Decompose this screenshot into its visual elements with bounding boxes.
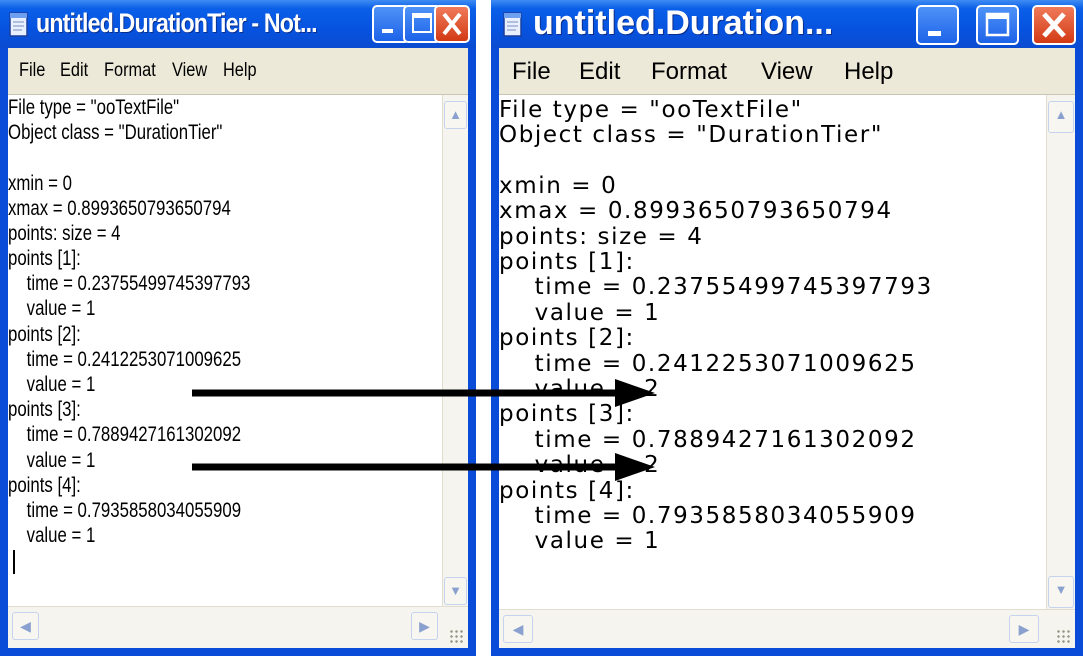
window-title: untitled.DurationTier - Not... [36,8,318,38]
notepad-window-right: untitled.Duration... File Edit Format Vi… [491,0,1083,656]
text-line: points [1]: [8,247,81,270]
scroll-up-icon: ▲ [449,107,462,122]
scroll-up-button[interactable]: ▲ [444,101,467,129]
text-editor[interactable]: File type = "ooTextFile" Object class = … [499,95,1047,610]
text-line: value = 2 [499,376,661,402]
minimize-button[interactable] [916,5,959,45]
minimize-icon [928,31,941,36]
text-line: value = 1 [8,449,96,472]
text-line: value = 1 [8,297,96,320]
text-line: time = 0.7935858034055909 [499,503,917,529]
menu-bar: File Edit Format View Help [8,48,468,95]
window-title: untitled.Duration... [533,4,834,42]
text-line: time = 0.7935858034055909 [8,499,242,522]
notepad-icon [503,12,522,37]
resize-grip-icon[interactable] [1056,629,1072,645]
text-line: xmin = 0 [499,173,618,199]
menu-bar: File Edit Format View Help [499,48,1075,95]
text-line: points [4]: [499,478,635,504]
scroll-down-icon: ▼ [1054,582,1068,597]
menu-file[interactable]: File [19,60,45,82]
menu-help[interactable]: Help [223,60,257,82]
text-line: time = 0.23755499745397793 [8,272,251,295]
scroll-left-icon: ◀ [20,618,31,634]
text-line: Object class = "DurationTier" [499,122,883,148]
menu-format[interactable]: Format [104,60,156,82]
scroll-left-button[interactable]: ◀ [503,615,533,643]
text-line: File type = "ooTextFile" [8,96,180,119]
menu-edit[interactable]: Edit [60,60,88,82]
text-line: Object class = "DurationTier" [8,121,223,144]
text-line: points: size = 4 [499,224,704,250]
text-line: File type = "ooTextFile" [499,97,803,123]
title-bar[interactable]: untitled.Duration... [491,0,1083,48]
scroll-up-icon: ▲ [1054,107,1068,122]
scroll-left-button[interactable]: ◀ [12,612,39,640]
text-editor[interactable]: File type = "ooTextFile" Object class = … [8,95,443,607]
text-line: value = 1 [499,300,661,326]
close-icon [1042,12,1066,38]
close-button[interactable] [1032,5,1076,45]
menu-view[interactable]: View [172,60,207,82]
text-line: xmin = 0 [8,172,72,195]
vertical-scrollbar[interactable]: ▲ ▼ [442,95,468,607]
text-line: value = 1 [8,373,96,396]
text-line: value = 1 [499,528,661,554]
text-line: time = 0.7889427161302092 [499,427,917,453]
menu-format[interactable]: Format [651,58,727,86]
close-button[interactable] [434,5,470,43]
maximize-icon [985,12,1010,37]
close-icon [442,12,462,36]
vertical-scrollbar[interactable]: ▲ ▼ [1046,95,1075,610]
menu-view[interactable]: View [761,58,813,86]
maximize-button[interactable] [976,5,1019,45]
text-line: points [2]: [8,323,81,346]
horizontal-scrollbar[interactable]: ◀ ▶ [499,609,1075,648]
text-line: points [3]: [499,401,635,427]
text-caret [13,550,15,574]
title-bar[interactable]: untitled.DurationTier - Not... [0,0,476,48]
menu-help[interactable]: Help [844,58,893,86]
text-line: value = 1 [8,524,96,547]
text-line: points [1]: [499,249,635,275]
scroll-right-icon: ▶ [1018,621,1030,637]
menu-file[interactable]: File [512,58,551,86]
text-line: points [4]: [8,474,81,497]
scroll-right-button[interactable]: ▶ [411,612,438,640]
notepad-window-left: untitled.DurationTier - Not... File Edit… [0,0,476,656]
text-line: time = 0.2412253071009625 [499,351,917,377]
scroll-left-icon: ◀ [512,621,524,637]
scroll-up-button[interactable]: ▲ [1048,101,1074,133]
horizontal-scrollbar[interactable]: ◀ ▶ [8,606,468,648]
text-line: points [2]: [499,325,635,351]
scroll-right-icon: ▶ [419,618,430,634]
scroll-right-button[interactable]: ▶ [1009,615,1039,643]
text-line: xmax = 0.8993650793650794 [8,197,231,220]
text-line: points: size = 4 [8,222,121,245]
text-line: time = 0.7889427161302092 [8,423,242,446]
scroll-down-button[interactable]: ▼ [1048,576,1074,608]
text-line: xmax = 0.8993650793650794 [499,198,893,224]
text-line: time = 0.2412253071009625 [8,348,242,371]
scroll-down-button[interactable]: ▼ [444,577,467,605]
menu-edit[interactable]: Edit [579,58,620,86]
text-line: points [3]: [8,398,81,421]
text-line: time = 0.23755499745397793 [499,274,933,300]
text-line: value = 2 [499,452,661,478]
notepad-icon [9,12,28,37]
scroll-down-icon: ▼ [449,583,462,598]
resize-grip-icon[interactable] [449,629,465,645]
